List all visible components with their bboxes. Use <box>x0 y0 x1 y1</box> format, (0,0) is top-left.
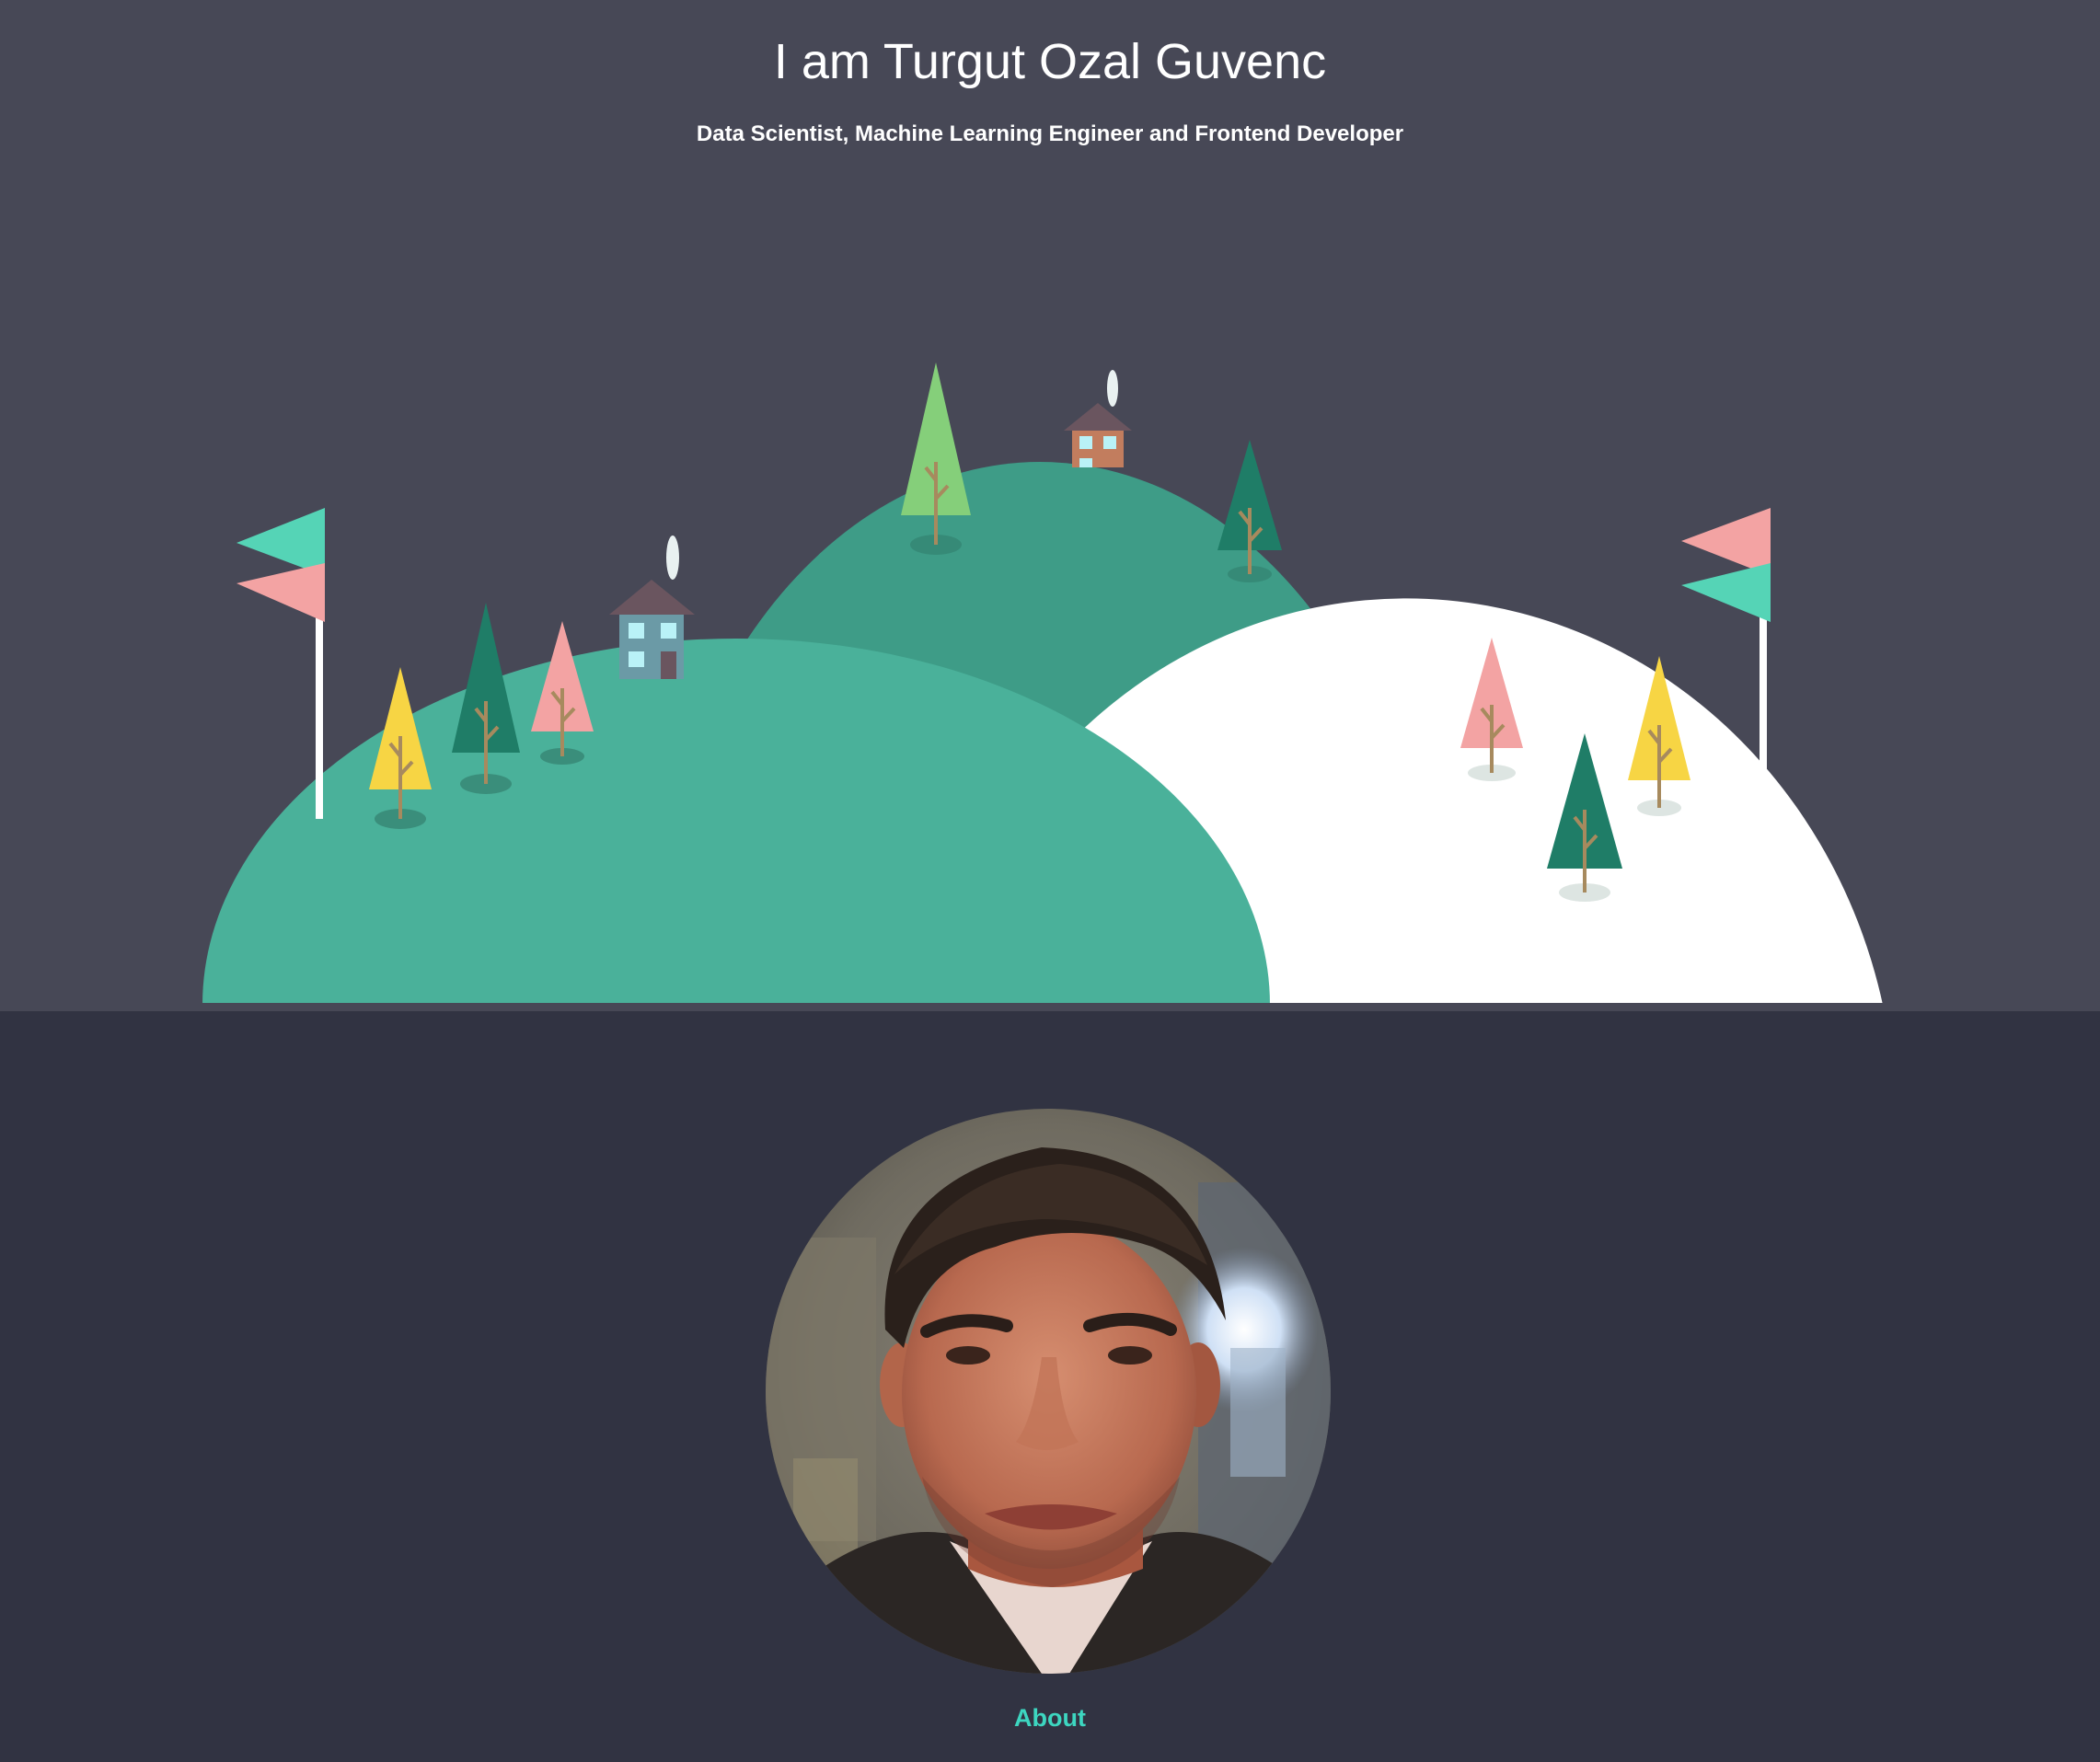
page-subtitle: Data Scientist, Machine Learning Enginee… <box>696 121 1404 146</box>
about-section: About <box>0 1011 2100 1762</box>
hills-illustration <box>0 363 2100 1011</box>
house-left <box>609 536 695 679</box>
page-title: I am Turgut Ozal Guvenc <box>773 34 1327 89</box>
ground-strip <box>0 1003 2100 1011</box>
left-flag <box>237 508 325 819</box>
house-top <box>1064 370 1132 467</box>
avatar-photo <box>766 1109 1331 1674</box>
about-link[interactable]: About <box>0 1701 2100 1734</box>
avatar <box>766 1109 1331 1674</box>
hero-section: I am Turgut Ozal Guvenc Data Scientist, … <box>0 0 2100 1011</box>
about-link-label[interactable]: About <box>1014 1704 1086 1732</box>
